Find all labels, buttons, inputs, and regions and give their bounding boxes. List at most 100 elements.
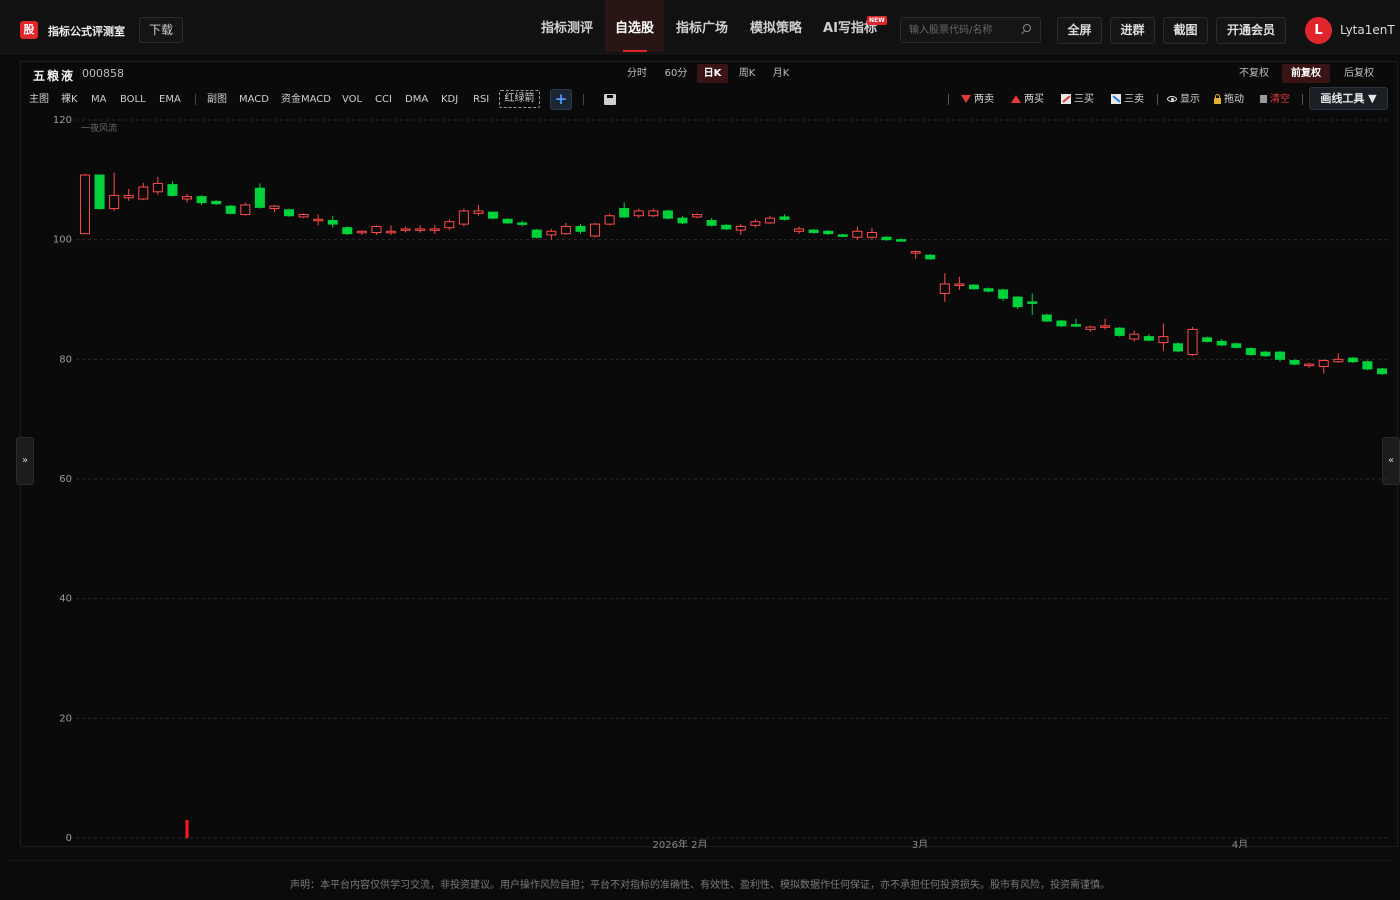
candle-body [662,210,673,219]
candle-body [196,196,207,204]
adjust-forward[interactable]: 前复权 [1282,64,1330,83]
indicator-sub-chart[interactable]: 副图 [207,93,227,106]
indicator-rsi[interactable]: RSI [473,93,489,106]
candle-body [779,216,790,220]
indicator-macd[interactable]: MACD [239,93,269,106]
save-icon[interactable] [604,94,616,105]
candle-body [1362,361,1373,370]
logo-icon[interactable]: 股 [20,21,38,39]
candle-body [79,174,91,235]
nav-indicator-plaza[interactable]: 指标广场 [667,0,737,52]
indicator-red-green-arrow[interactable]: 红绿箭 [499,90,540,108]
candle-body [1100,325,1111,328]
two-buy-tool[interactable]: 两买 [1011,93,1044,106]
three-buy-label: 三买 [1074,94,1094,105]
candle-body [284,209,295,217]
adjust-backward[interactable]: 后复权 [1336,64,1382,83]
adjust-none[interactable]: 不复权 [1232,64,1276,83]
indicator-main-chart[interactable]: 主图 [29,93,49,106]
candle-body [1318,360,1329,368]
indicator-ma[interactable]: MA [91,93,106,106]
candle-body [488,211,499,219]
candle-body [356,230,367,234]
brand-title[interactable]: 指标公式评测室 [48,23,125,39]
indicator-dma[interactable]: DMA [405,93,428,106]
buy-signal-bar [185,820,189,838]
fullscreen-button[interactable]: 全屏 [1057,17,1102,44]
candle-body [138,186,149,200]
nav-watchlist[interactable]: 自选股 [605,0,664,52]
indicator-kdj[interactable]: KDJ [441,93,458,106]
trend-down-icon [1111,94,1121,104]
candle-body [1143,336,1154,341]
candle-body [1333,358,1344,363]
y-tick-label: 80 [59,354,72,365]
membership-button[interactable]: 开通会员 [1216,17,1286,44]
candle-body [342,227,353,235]
join-group-button[interactable]: 进群 [1110,17,1155,44]
period-60min[interactable]: 60分 [659,64,693,83]
candle-body [458,210,469,225]
candle-body [1289,360,1300,365]
candle-body [1231,343,1242,348]
clear-tool[interactable]: 清空 [1260,93,1290,106]
avatar[interactable]: L [1305,17,1332,44]
show-tool[interactable]: 显示 [1167,93,1200,106]
candle-body [619,208,630,218]
kline-chart[interactable]: 0 20 40 60 80 100 120 一夜风流 2026年 2月 3月 4月 [20,112,1398,848]
candle-body [1012,296,1023,308]
period-daily[interactable]: 日K [697,64,728,83]
y-tick-label: 20 [59,713,72,724]
separator [195,94,196,105]
candle-body [546,230,557,236]
candle-body [808,229,819,233]
add-indicator-button[interactable]: + [550,89,572,110]
candle-body [1187,328,1198,356]
candle-body [939,283,950,295]
eye-icon [1167,96,1177,102]
indicator-naked-k[interactable]: 裸K [61,93,78,106]
candle-body [1129,333,1140,340]
candle-body [181,196,193,200]
indicator-cci[interactable]: CCI [375,93,392,106]
two-sell-tool[interactable]: 两卖 [961,93,994,106]
screenshot-button[interactable]: 截图 [1163,17,1208,44]
stock-search[interactable] [900,17,1041,43]
username[interactable]: Lyta1enT [1340,23,1395,37]
drag-tool[interactable]: 拖动 [1214,93,1244,106]
two-buy-label: 两买 [1024,94,1044,105]
candle-body [677,217,688,224]
legend-label: 一夜风流 [81,122,117,134]
x-tick-label: 3月 [912,839,928,848]
nav-indicator-review[interactable]: 指标测评 [532,0,602,52]
candle-body [1041,314,1052,322]
three-buy-tool[interactable]: 三买 [1061,93,1094,106]
candle-body [1114,327,1125,336]
period-weekly[interactable]: 周K [733,64,761,83]
candle-body [852,230,863,238]
candle-body [1274,351,1286,360]
three-sell-tool[interactable]: 三卖 [1111,93,1144,106]
two-sell-label: 两卖 [974,94,994,105]
period-intraday[interactable]: 分时 [621,64,653,83]
candle-body [123,194,134,199]
download-button[interactable]: 下载 [139,17,183,43]
indicator-fund-macd[interactable]: 资金MACD [281,93,331,106]
candle-body [1260,351,1271,357]
period-monthly[interactable]: 月K [767,64,795,83]
nav-ai-indicator[interactable]: AI写指标 [816,0,884,52]
indicator-boll[interactable]: BOLL [120,93,146,106]
candle-body [750,221,761,226]
candle-body [575,226,586,232]
candle-body [721,224,732,230]
indicator-ema[interactable]: EMA [159,93,181,106]
candle-body [692,214,703,218]
y-tick-label: 100 [53,235,72,246]
x-tick-label: 2026年 2月 [653,838,708,848]
search-icon[interactable] [1023,24,1031,32]
draw-tools-dropdown[interactable]: 画线工具 ▼ [1309,87,1388,110]
nav-sim-strategy[interactable]: 模拟策略 [741,0,811,52]
indicator-vol[interactable]: VOL [342,93,362,106]
stock-search-input[interactable] [909,22,1019,38]
candle-body [1027,301,1038,304]
